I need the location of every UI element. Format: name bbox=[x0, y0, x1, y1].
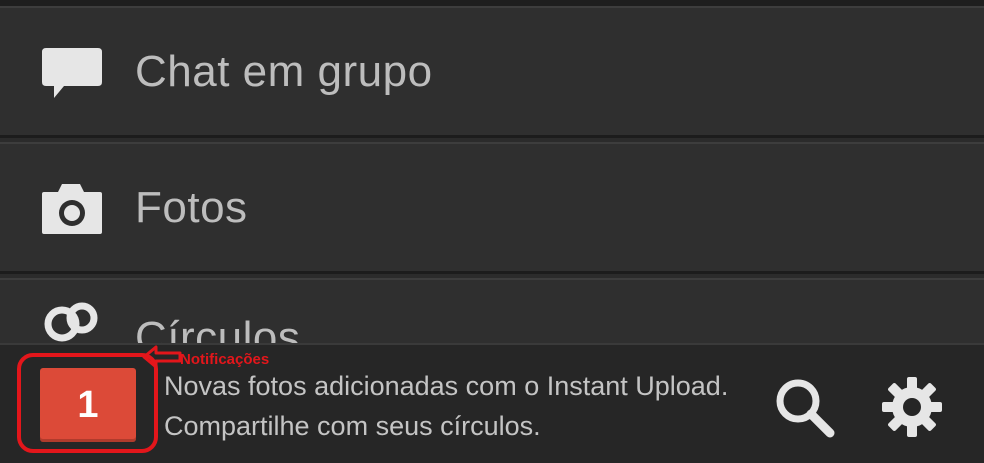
notification-message[interactable]: Novas fotos adicionadas com o Instant Up… bbox=[164, 366, 744, 446]
menu-item-label: Chat em grupo bbox=[135, 46, 433, 96]
menu-item-photos[interactable]: Fotos bbox=[0, 142, 984, 274]
camera-icon bbox=[42, 183, 102, 234]
menu-item-group-chat[interactable]: Chat em grupo bbox=[0, 6, 984, 138]
annotation-highlight bbox=[17, 353, 158, 453]
chat-bubble-icon bbox=[42, 47, 102, 98]
menu-item-label: Fotos bbox=[135, 182, 248, 232]
gear-icon[interactable] bbox=[880, 375, 944, 439]
search-icon[interactable] bbox=[772, 375, 836, 439]
